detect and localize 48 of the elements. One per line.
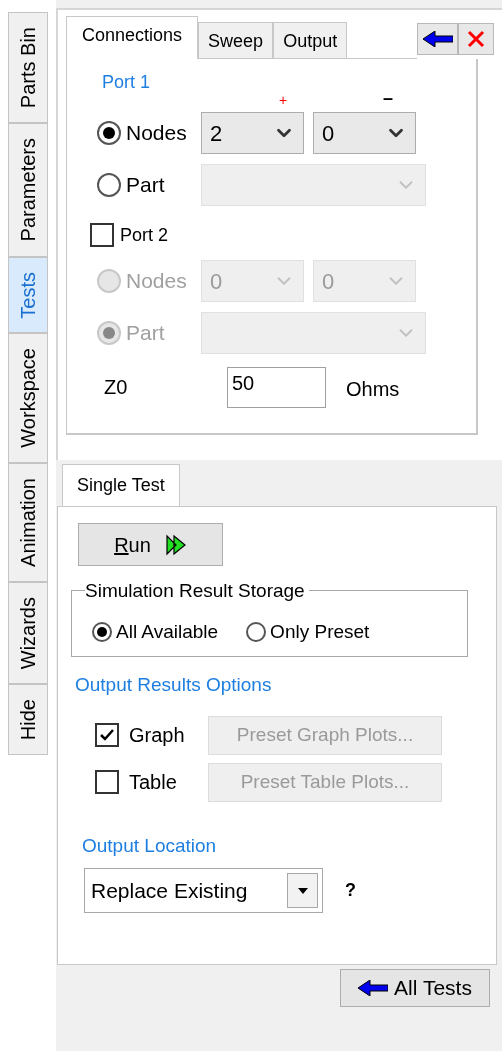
dropdown[interactable]: 2: [201, 112, 304, 154]
unit-label: Ohms: [346, 377, 400, 402]
field-label: Z0: [103, 375, 129, 400]
tab[interactable]: Single Test: [62, 464, 180, 506]
tab[interactable]: Sweep: [198, 22, 274, 59]
checkbox-label: Port 2: [120, 223, 169, 247]
location-dropdown[interactable]: Replace Existing: [84, 868, 323, 913]
dropdown-arrow-icon: [297, 887, 308, 894]
side-tab[interactable]: Parameters: [8, 123, 48, 257]
z0-input[interactable]: 50: [227, 366, 326, 408]
section-title: Output Results Options: [75, 673, 273, 697]
side-tab[interactable]: Workspace: [8, 333, 48, 463]
radio-label: Only Preset: [270, 619, 370, 644]
checkbox[interactable]: [95, 723, 119, 747]
side-tab[interactable]: Wizards: [8, 581, 48, 685]
close-icon: [467, 30, 485, 48]
checkbox[interactable]: [90, 223, 114, 247]
side-tab[interactable]: Tests: [8, 256, 48, 334]
radio-label: All Available: [116, 619, 219, 644]
radio-label: Nodes: [126, 120, 187, 147]
side-tab[interactable]: Animation: [8, 462, 48, 582]
radio-button[interactable]: [246, 621, 267, 642]
side-tab[interactable]: Hide: [8, 684, 48, 756]
tab[interactable]: Connections: [66, 16, 199, 59]
radio-button[interactable]: [97, 121, 121, 145]
plus-label: +: [277, 93, 289, 107]
check-icon: [99, 728, 115, 742]
radio-button[interactable]: [92, 621, 112, 642]
checkbox-label: Graph: [129, 723, 185, 748]
run-button[interactable]: Run: [78, 523, 223, 566]
all-tests-button[interactable]: All Tests: [340, 969, 490, 1007]
minus-label: –: [382, 89, 394, 107]
back-button[interactable]: [417, 23, 458, 55]
help-label: ?: [345, 879, 356, 902]
radio-label: Part: [126, 320, 165, 347]
dropdown[interactable]: 0: [313, 112, 416, 154]
radio-label: Nodes: [126, 268, 187, 295]
section-title: Output Location: [82, 833, 218, 858]
radio-button[interactable]: [97, 173, 121, 197]
left-arrow-icon: [358, 980, 389, 996]
checkbox-label: Table: [129, 770, 177, 795]
checkbox[interactable]: [95, 770, 119, 794]
left-arrow-icon: [422, 31, 453, 47]
section-title: Port 1: [101, 71, 152, 94]
fast-forward-icon: [164, 533, 187, 556]
radio-label: Part: [126, 172, 165, 199]
side-tab[interactable]: Parts Bin: [8, 12, 48, 124]
tab[interactable]: Output: [273, 22, 348, 59]
